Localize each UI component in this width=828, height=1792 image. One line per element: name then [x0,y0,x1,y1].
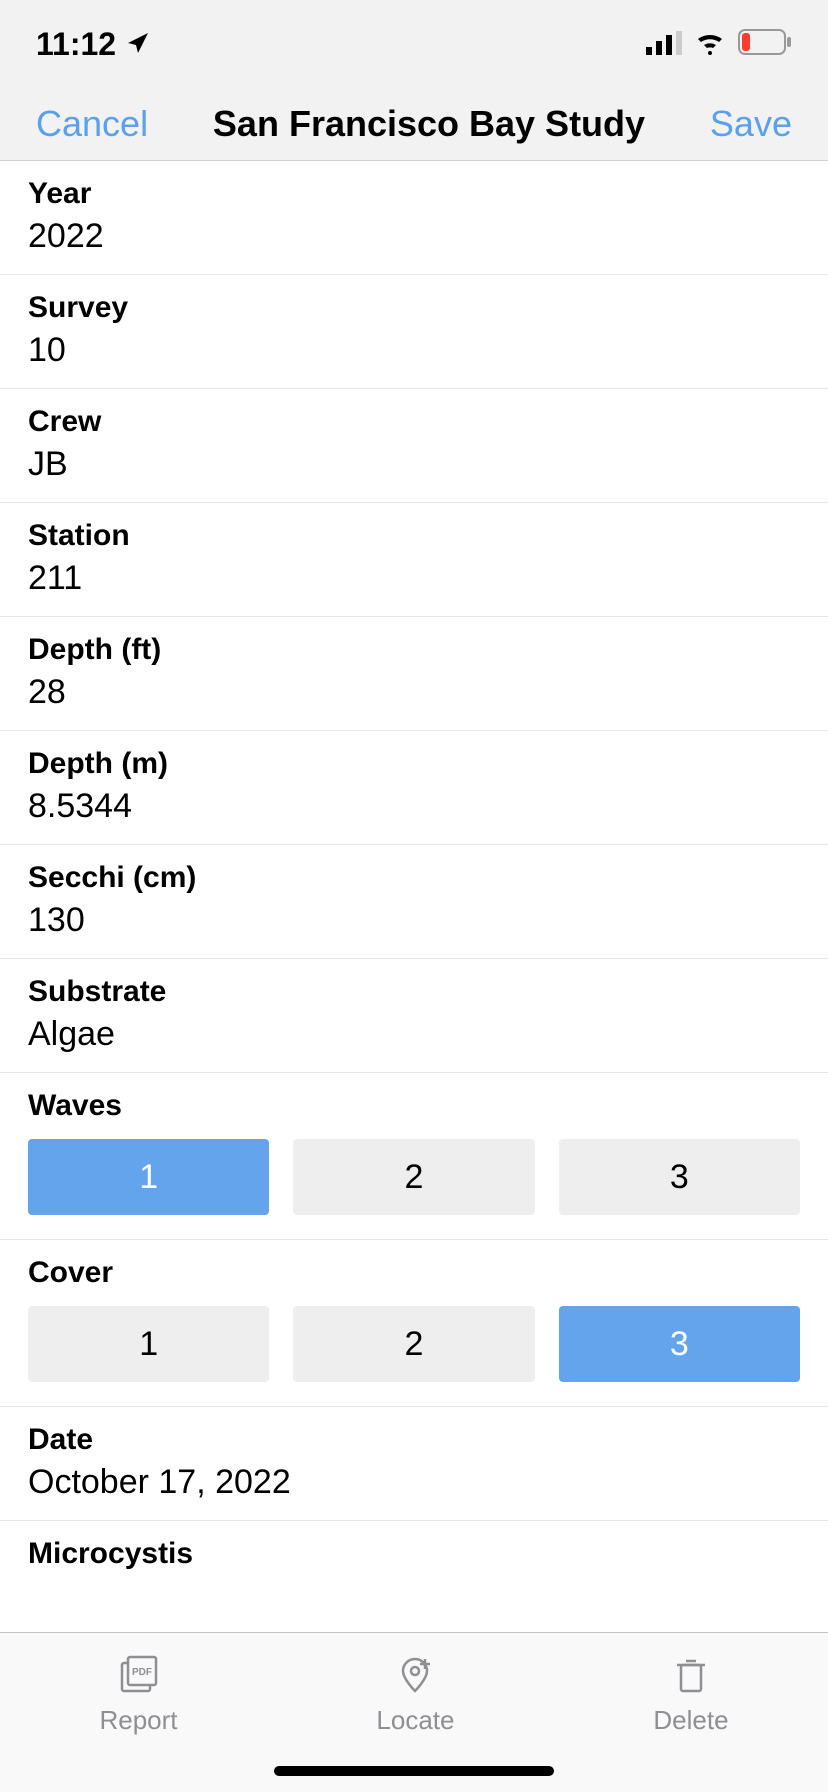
battery-icon [738,26,792,63]
secchi-field[interactable]: Secchi (cm) 130 [0,845,828,959]
microcystis-field[interactable]: Microcystis [0,1521,828,1595]
cover-option-3[interactable]: 3 [559,1306,800,1382]
cancel-button[interactable]: Cancel [36,103,148,145]
field-value: 28 [28,673,800,712]
year-field[interactable]: Year 2022 [0,161,828,275]
bottom-label: Delete [653,1705,728,1736]
waves-field: Waves 1 2 3 [0,1073,828,1240]
field-label: Station [28,519,800,553]
field-value: JB [28,445,800,484]
field-label: Secchi (cm) [28,861,800,895]
location-pin-icon [393,1653,437,1697]
nav-bar: Cancel San Francisco Bay Study Save [0,88,828,161]
substrate-field[interactable]: Substrate Algae [0,959,828,1073]
station-field[interactable]: Station 211 [0,503,828,617]
svg-text:PDF: PDF [132,1667,152,1678]
field-label: Depth (ft) [28,633,800,667]
field-value: 211 [28,559,800,598]
waves-segmented-control: 1 2 3 [28,1139,800,1215]
field-label: Waves [28,1089,800,1123]
location-icon [126,26,150,63]
report-button[interactable]: PDF Report [99,1653,177,1736]
bottom-label: Locate [376,1705,454,1736]
field-value: 8.5344 [28,787,800,826]
home-indicator[interactable] [274,1766,554,1776]
field-value: October 17, 2022 [28,1463,800,1502]
field-label: Microcystis [28,1537,800,1571]
locate-button[interactable]: Locate [376,1653,454,1736]
field-label: Survey [28,291,800,325]
cover-segmented-control: 1 2 3 [28,1306,800,1382]
field-label: Crew [28,405,800,439]
cover-option-2[interactable]: 2 [293,1306,534,1382]
status-bar: 11:12 [0,0,828,88]
bottom-label: Report [99,1705,177,1736]
form-content: Year 2022 Survey 10 Crew JB Station 211 … [0,161,828,1632]
waves-option-1[interactable]: 1 [28,1139,269,1215]
date-field[interactable]: Date October 17, 2022 [0,1407,828,1521]
crew-field[interactable]: Crew JB [0,389,828,503]
field-label: Date [28,1423,800,1457]
field-label: Cover [28,1256,800,1290]
trash-icon [669,1653,713,1697]
field-label: Substrate [28,975,800,1009]
waves-option-3[interactable]: 3 [559,1139,800,1215]
field-label: Year [28,177,800,211]
pdf-icon: PDF [116,1653,160,1697]
depth-m-field[interactable]: Depth (m) 8.5344 [0,731,828,845]
cellular-icon [646,26,682,63]
field-value: 130 [28,901,800,940]
page-title: San Francisco Bay Study [213,103,645,145]
field-value: 2022 [28,217,800,256]
wifi-icon [694,26,726,63]
field-label: Depth (m) [28,747,800,781]
cover-option-1[interactable]: 1 [28,1306,269,1382]
survey-field[interactable]: Survey 10 [0,275,828,389]
field-value: Algae [28,1015,800,1054]
cover-field: Cover 1 2 3 [0,1240,828,1407]
field-value: 10 [28,331,800,370]
delete-button[interactable]: Delete [653,1653,728,1736]
depth-ft-field[interactable]: Depth (ft) 28 [0,617,828,731]
save-button[interactable]: Save [710,103,792,145]
waves-option-2[interactable]: 2 [293,1139,534,1215]
status-time: 11:12 [36,26,116,63]
